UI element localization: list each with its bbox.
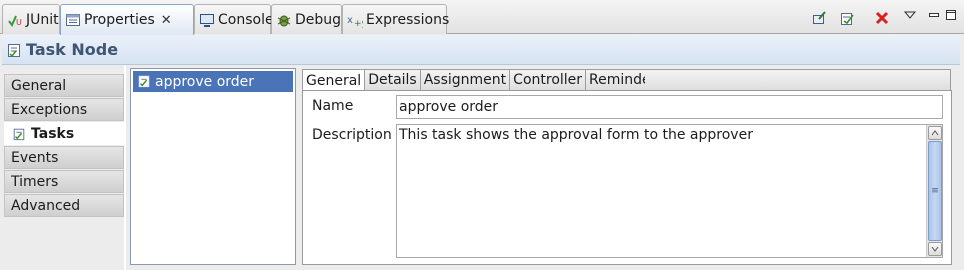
tab-label: JUnit [26, 11, 59, 28]
tab-label: Properties [84, 12, 155, 28]
tab-details[interactable]: Details [365, 69, 421, 90]
tab-console[interactable]: Console [194, 4, 274, 34]
maximize-icon[interactable] [942, 6, 960, 24]
category-tab-tasks[interactable]: Tasks [4, 122, 124, 145]
scroll-thumb[interactable]: ≡ [928, 141, 942, 241]
category-label: Exceptions [11, 101, 88, 118]
tab-label: Debug [295, 11, 342, 28]
svg-text:U: U [16, 18, 22, 27]
pin-view-icon[interactable] [810, 9, 828, 27]
view-tab-bar: U JUnit Properties ✕ Console Debug x+y E… [0, 0, 964, 35]
task-node-icon [6, 42, 22, 58]
junit-icon: U [7, 12, 23, 28]
tab-general[interactable]: General [302, 69, 366, 91]
task-icon [11, 126, 27, 142]
properties-title-bar: Task Node [2, 35, 960, 65]
svg-text:x: x [347, 15, 353, 26]
debug-icon [276, 12, 292, 28]
name-label: Name [312, 98, 354, 114]
expressions-icon: x+y [347, 12, 363, 28]
view-menu-icon[interactable] [901, 6, 919, 24]
new-view-icon[interactable] [838, 9, 856, 27]
minimize-icon[interactable] [925, 6, 943, 24]
tab-strip-filler [645, 69, 951, 90]
tab-controller[interactable]: Controller [510, 69, 587, 90]
task-list[interactable]: approve order [130, 68, 296, 265]
tab-junit[interactable]: U JUnit [2, 4, 60, 34]
tab-debug[interactable]: Debug [271, 4, 342, 34]
remove-icon[interactable] [873, 9, 891, 27]
svg-text:+y: +y [354, 19, 363, 28]
tab-label: Console [218, 11, 274, 28]
page-title: Task Node [26, 40, 119, 59]
description-label: Description [312, 127, 392, 143]
scroll-up-icon[interactable] [928, 126, 942, 140]
category-tab-events[interactable]: Events [4, 146, 124, 169]
category-label: Timers [11, 173, 59, 190]
tab-properties[interactable]: Properties ✕ [60, 4, 194, 35]
tab-label: Expressions [366, 11, 450, 28]
task-icon [137, 74, 151, 88]
properties-icon [65, 12, 81, 28]
tab-expressions[interactable]: x+y Expressions [342, 4, 450, 34]
category-tab-exceptions[interactable]: Exceptions [4, 98, 124, 121]
description-scrollbar[interactable]: ≡ [926, 125, 942, 257]
detail-tabs: General Details Assignment Controller Re… [302, 69, 661, 91]
description-text: This task shows the approval form to the… [399, 127, 753, 143]
category-label: Tasks [31, 125, 75, 142]
description-field[interactable]: This task shows the approval form to the… [396, 124, 943, 258]
category-tab-advanced[interactable]: Advanced [4, 194, 124, 217]
category-label: General [11, 77, 67, 94]
category-tabs: General Exceptions Tasks Events Timers A… [4, 74, 124, 218]
category-label: Advanced [11, 197, 81, 214]
console-icon [199, 12, 215, 28]
category-tab-general[interactable]: General [4, 74, 124, 97]
category-label: Events [11, 149, 59, 166]
tab-assignment[interactable]: Assignment [420, 69, 511, 90]
list-item[interactable]: approve order [133, 71, 293, 92]
name-field[interactable] [396, 95, 943, 119]
close-icon[interactable]: ✕ [161, 13, 172, 28]
scroll-down-icon[interactable] [928, 242, 942, 256]
category-tab-timers[interactable]: Timers [4, 170, 124, 193]
content-divider [124, 65, 126, 270]
list-item-label: approve order [155, 73, 255, 90]
